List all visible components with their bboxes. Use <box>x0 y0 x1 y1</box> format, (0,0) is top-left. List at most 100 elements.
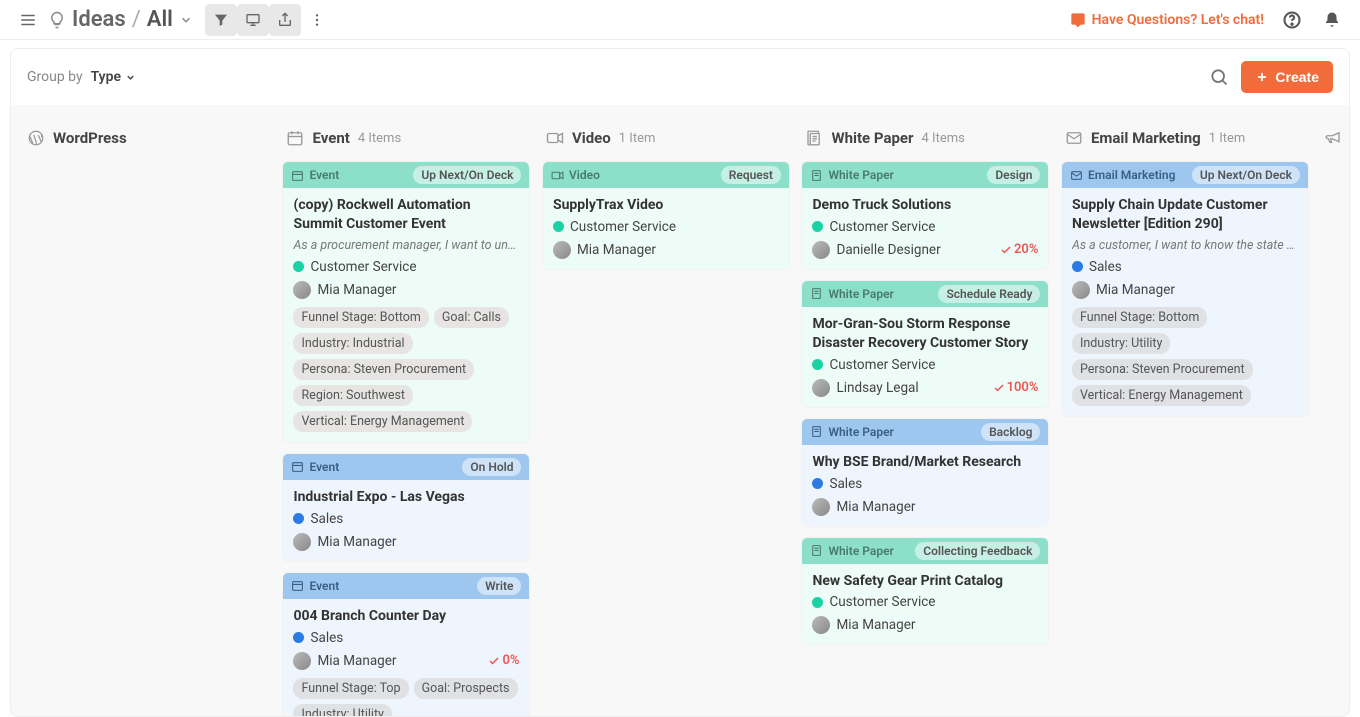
card-category: Sales <box>829 476 862 492</box>
card-progress: 100% <box>993 380 1039 395</box>
avatar <box>812 241 830 259</box>
card-assignee: Mia Manager <box>317 282 396 298</box>
notifications-button[interactable] <box>1316 4 1348 36</box>
category-dot <box>293 632 304 643</box>
card-description: As a procurement manager, I want to und… <box>293 238 519 253</box>
calendar-icon <box>286 129 304 147</box>
tag: Goal: Prospects <box>414 678 518 699</box>
card-assignee: Mia Manager <box>317 534 396 550</box>
tag: Persona: Steven Procurement <box>1072 359 1253 380</box>
card-type: Event <box>309 168 339 182</box>
category-dot <box>812 359 823 370</box>
card-title: Supply Chain Update Customer Newsletter … <box>1072 196 1298 234</box>
card[interactable]: Event Up Next/On Deck (copy) Rockwell Au… <box>282 161 530 443</box>
groupby-value-text: Type <box>91 69 121 85</box>
category-dot <box>812 478 823 489</box>
create-button[interactable]: Create <box>1241 61 1333 93</box>
avatar <box>812 498 830 516</box>
tag: Industry: Industrial <box>293 333 412 354</box>
card-type: Event <box>309 579 339 593</box>
search-button[interactable] <box>1209 67 1229 87</box>
card-category: Sales <box>1089 259 1122 275</box>
card-assignee: Danielle Designer <box>836 242 940 258</box>
category-dot <box>812 221 823 232</box>
category-dot <box>1072 261 1083 272</box>
card-category: Sales <box>310 511 343 527</box>
column-title: Event <box>312 129 349 147</box>
breadcrumb: Ideas / All <box>48 7 193 32</box>
breadcrumb-part-2[interactable]: All <box>147 7 173 32</box>
card-status: Up Next/On Deck <box>1192 166 1300 184</box>
column-wordpress: WordPress <box>23 125 271 161</box>
avatar <box>553 241 571 259</box>
more-menu[interactable] <box>301 4 333 36</box>
display-button[interactable] <box>237 4 269 36</box>
card-assignee: Mia Manager <box>1096 282 1175 298</box>
column-whitepaper: White Paper 4 Items White Paper Design D… <box>801 125 1049 655</box>
card[interactable]: Event On Hold Industrial Expo - Las Vega… <box>282 453 530 562</box>
breadcrumb-part-1[interactable]: Ideas <box>72 7 126 32</box>
tag: Industry: Utility <box>1072 333 1171 354</box>
wordpress-icon <box>27 129 45 147</box>
document-icon <box>805 129 823 147</box>
create-button-label: Create <box>1275 69 1319 85</box>
card-type: White Paper <box>828 168 893 182</box>
card-status: Backlog <box>981 423 1040 441</box>
card[interactable]: Video Request SupplyTrax Video Customer … <box>542 161 790 270</box>
card-title: Mor-Gran-Sou Storm Response Disaster Rec… <box>812 315 1038 353</box>
share-button[interactable] <box>269 4 301 36</box>
card[interactable]: White Paper Design Demo Truck Solutions … <box>801 161 1049 270</box>
category-dot <box>293 513 304 524</box>
card-assignee: Lindsay Legal <box>836 380 918 396</box>
card-category: Customer Service <box>829 357 935 373</box>
card-category: Customer Service <box>570 219 676 235</box>
card-status: Up Next/On Deck <box>413 166 521 184</box>
card-progress: 0% <box>488 653 519 668</box>
avatar <box>293 281 311 299</box>
tag: Persona: Steven Procurement <box>293 359 474 380</box>
chevron-down-icon[interactable] <box>179 13 193 27</box>
card-status: Design <box>987 166 1040 184</box>
card[interactable]: White Paper Backlog Why BSE Brand/Market… <box>801 418 1049 527</box>
card-assignee: Mia Manager <box>836 499 915 515</box>
card-assignee: Mia Manager <box>577 242 656 258</box>
tag: Funnel Stage: Bottom <box>293 307 428 328</box>
card-status: Collecting Feedback <box>915 542 1040 560</box>
card-type: White Paper <box>828 425 893 439</box>
tag: Region: Southwest <box>293 385 413 406</box>
avatar <box>812 616 830 634</box>
column-event: Event 4 Items Event Up Next/On Deck (cop… <box>282 125 530 717</box>
card-category: Customer Service <box>310 259 416 275</box>
groupby-selector[interactable]: Type <box>91 69 136 85</box>
card-status: Write <box>477 577 521 595</box>
column-count: 4 Items <box>922 131 965 146</box>
card[interactable]: Event Write 004 Branch Counter Day Sales… <box>282 572 530 717</box>
column-email: Email Marketing 1 Item Email Marketing U… <box>1061 125 1309 427</box>
column-count: 1 Item <box>1209 131 1246 146</box>
card[interactable]: Email Marketing Up Next/On Deck Supply C… <box>1061 161 1309 417</box>
chat-link[interactable]: Have Questions? Let's chat! <box>1070 12 1264 28</box>
tag: Vertical: Energy Management <box>293 411 472 432</box>
card-category: Customer Service <box>829 594 935 610</box>
card-status: Request <box>721 166 781 184</box>
category-dot <box>812 597 823 608</box>
hamburger-menu[interactable] <box>12 4 44 36</box>
help-button[interactable] <box>1276 4 1308 36</box>
card-title: (copy) Rockwell Automation Summit Custom… <box>293 196 519 234</box>
card-assignee: Mia Manager <box>317 653 396 669</box>
card-title: Demo Truck Solutions <box>812 196 1038 215</box>
card[interactable]: White Paper Collecting Feedback New Safe… <box>801 537 1049 646</box>
mail-icon <box>1065 129 1083 147</box>
filter-button[interactable] <box>205 4 237 36</box>
chat-link-label: Have Questions? Let's chat! <box>1092 12 1264 28</box>
avatar <box>293 652 311 670</box>
card-title: New Safety Gear Print Catalog <box>812 572 1038 591</box>
column-count: 4 Items <box>358 131 401 146</box>
card-status: Schedule Ready <box>938 285 1040 303</box>
lightbulb-icon <box>48 11 66 29</box>
card[interactable]: White Paper Schedule Ready Mor-Gran-Sou … <box>801 280 1049 408</box>
card-type: Event <box>309 460 339 474</box>
tag: Goal: Calls <box>434 307 509 328</box>
tag: Funnel Stage: Bottom <box>1072 307 1207 328</box>
card-title: Industrial Expo - Las Vegas <box>293 488 519 507</box>
